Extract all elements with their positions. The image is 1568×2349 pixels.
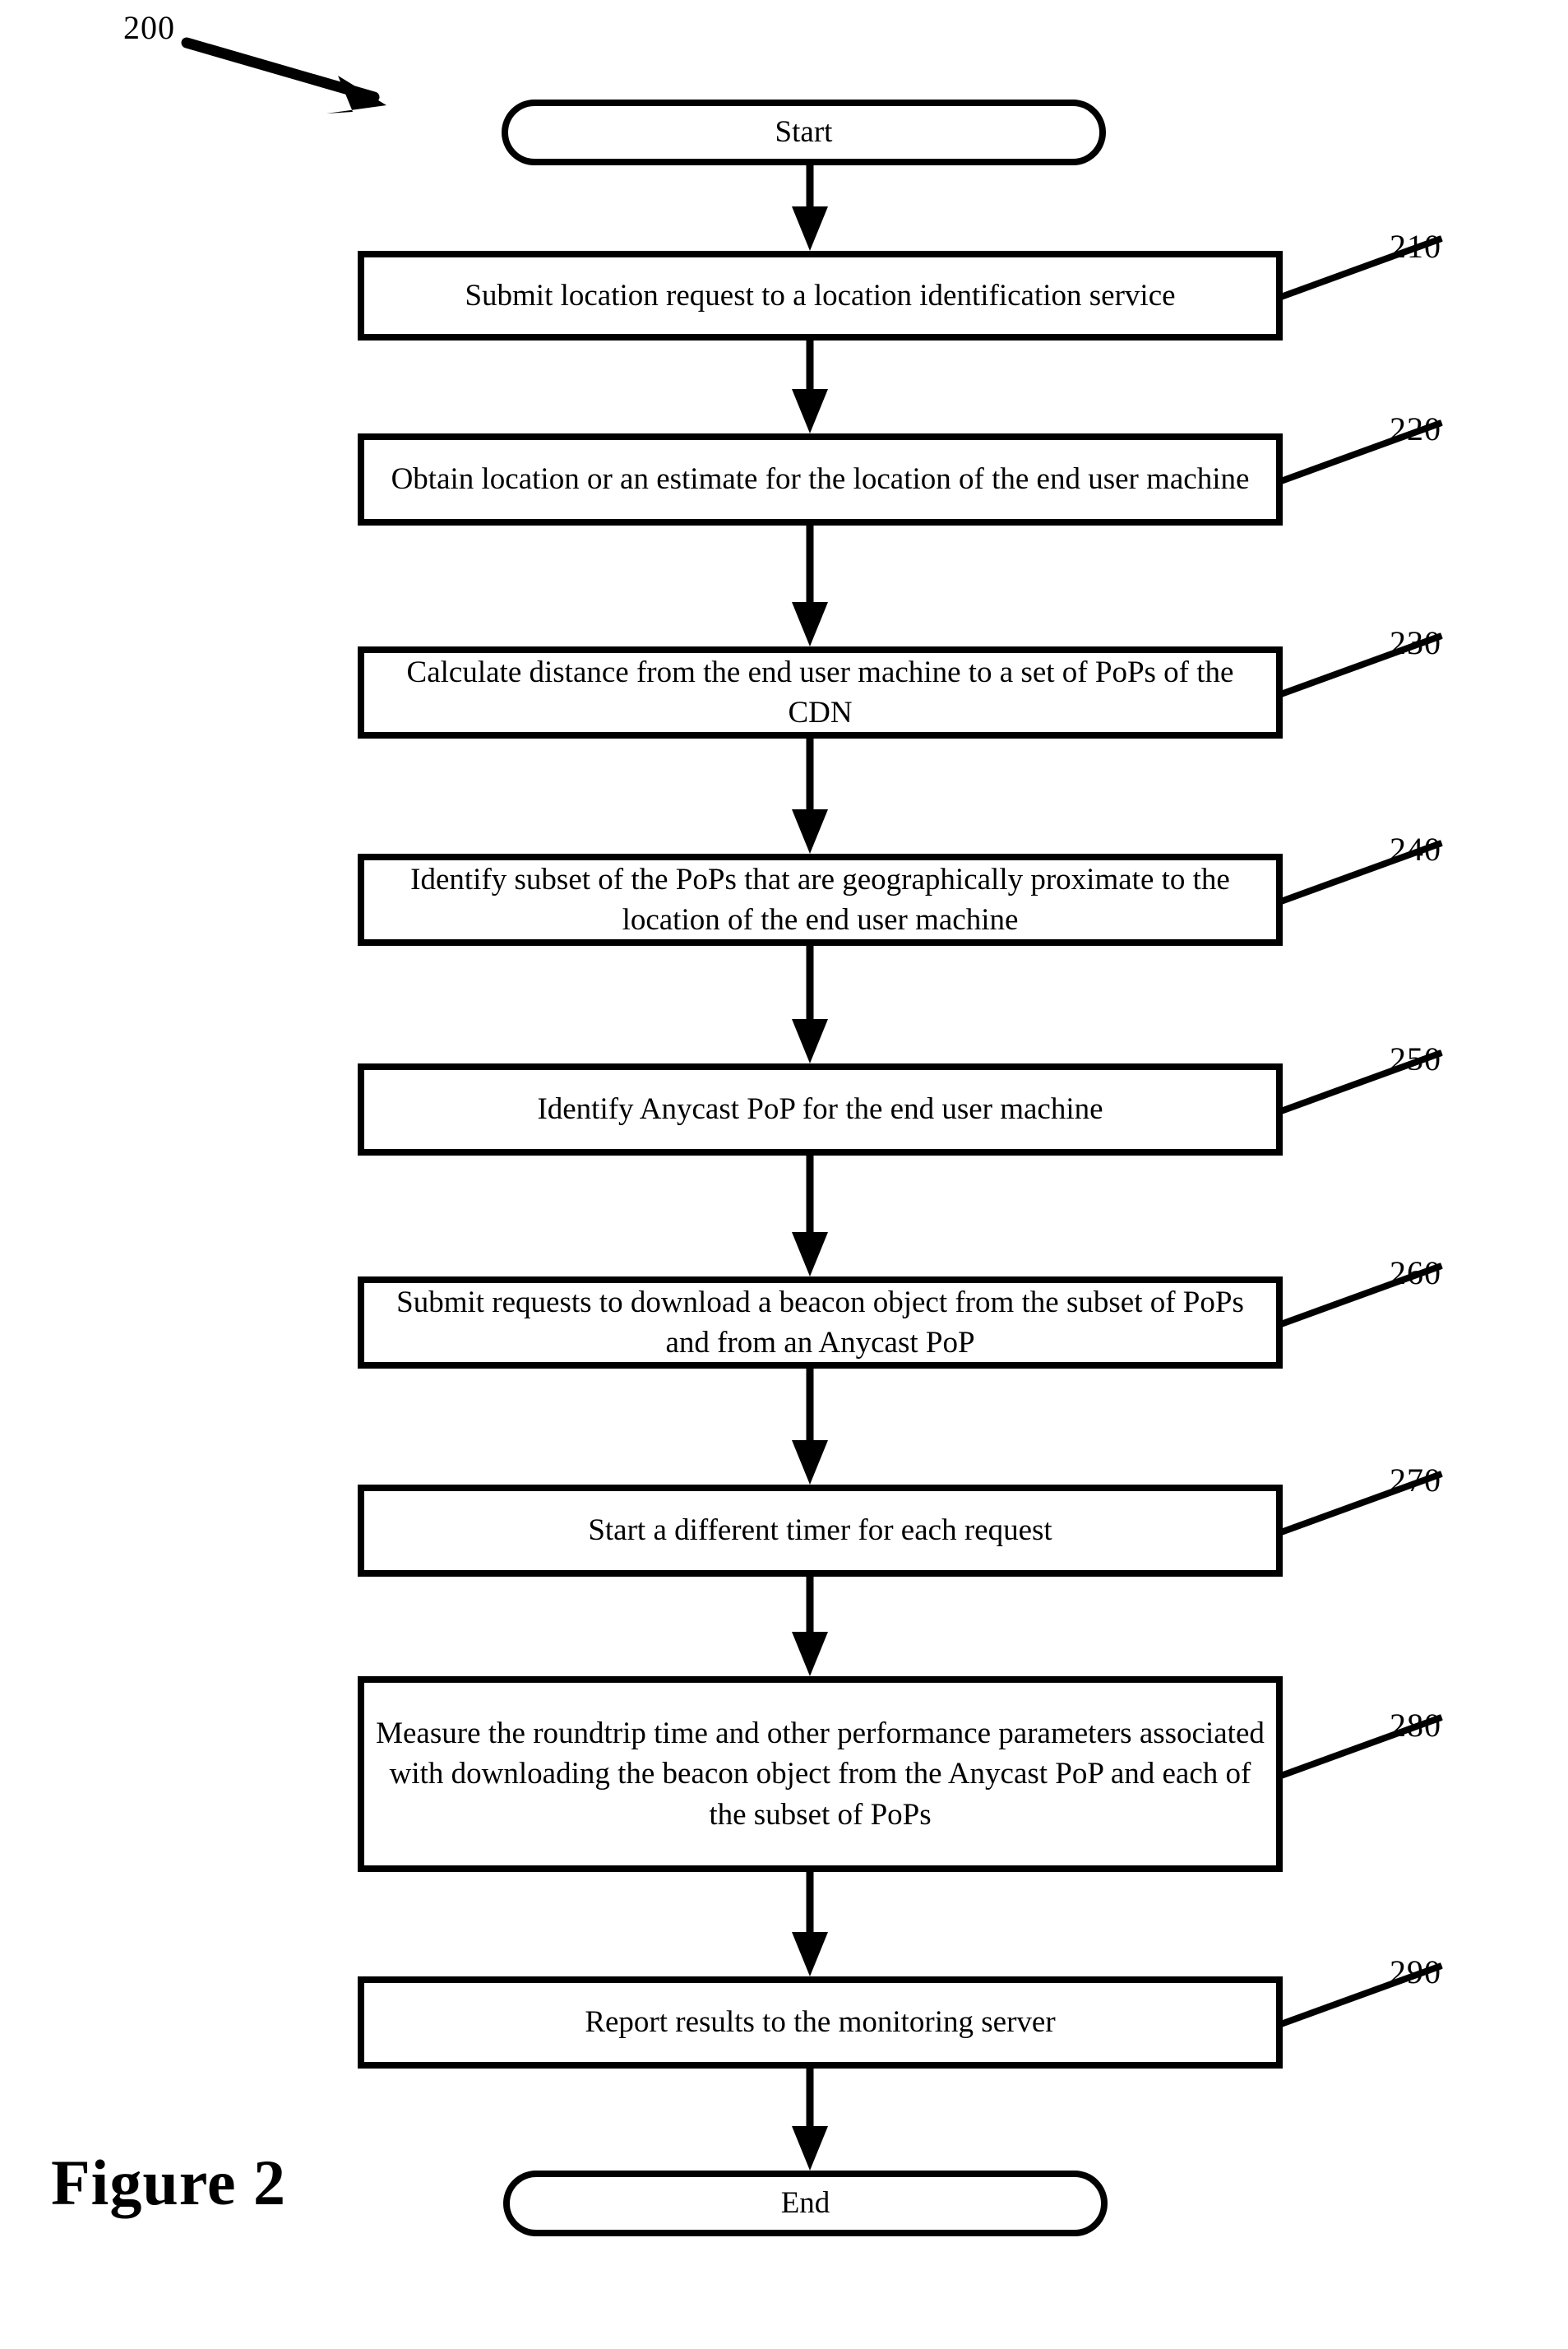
flow-step-270[interactable]: Start a different timer for each request — [358, 1485, 1283, 1577]
flow-step-280[interactable]: Measure the roundtrip time and other per… — [358, 1676, 1283, 1872]
flow-step-210[interactable]: Submit location request to a location id… — [358, 251, 1283, 341]
flow-step-260-label: Submit requests to download a beacon obj… — [396, 1285, 1244, 1360]
reference-numeral-220: 220 — [1390, 410, 1441, 447]
flow-terminator-start-label: Start — [775, 114, 833, 149]
flow-step-260[interactable]: Submit requests to download a beacon obj… — [358, 1276, 1283, 1369]
flow-step-220-label: Obtain location or an estimate for the l… — [391, 462, 1250, 497]
flow-step-250[interactable]: Identify Anycast PoP for the end user ma… — [358, 1063, 1283, 1156]
flow-step-270-label: Start a different timer for each request — [588, 1513, 1052, 1548]
reference-numeral-280: 280 — [1390, 1707, 1441, 1744]
reference-numeral-290: 290 — [1390, 1953, 1441, 1990]
flow-terminator-end-label: End — [780, 2185, 830, 2220]
patent-figure-page: 200 Start Submit location request to a l… — [0, 0, 1568, 2349]
flow-step-220[interactable]: Obtain location or an estimate for the l… — [358, 433, 1283, 526]
flow-step-240[interactable]: Identify subset of the PoPs that are geo… — [358, 854, 1283, 946]
flow-step-240-label: Identify subset of the PoPs that are geo… — [410, 862, 1230, 937]
flow-step-290-label: Report results to the monitoring server — [585, 2005, 1056, 2040]
flow-step-210-label: Submit location request to a location id… — [465, 278, 1176, 313]
flow-step-230-label: Calculate distance from the end user mac… — [406, 655, 1234, 730]
reference-numeral-210: 210 — [1390, 228, 1441, 265]
flow-step-290[interactable]: Report results to the monitoring server — [358, 1976, 1283, 2069]
reference-numeral-260: 260 — [1390, 1254, 1441, 1291]
flow-terminator-end[interactable]: End — [503, 2171, 1108, 2236]
flow-terminator-start[interactable]: Start — [502, 100, 1106, 165]
reference-numeral-250: 250 — [1390, 1040, 1441, 1077]
figure-caption: Figure 2 — [51, 2147, 287, 2218]
flow-step-230[interactable]: Calculate distance from the end user mac… — [358, 646, 1283, 739]
reference-numeral-270: 270 — [1390, 1462, 1441, 1499]
reference-numeral-240: 240 — [1390, 831, 1441, 868]
flow-step-250-label: Identify Anycast PoP for the end user ma… — [537, 1092, 1103, 1127]
diagram-number-callout-arrow — [181, 37, 386, 114]
flow-step-280-label: Measure the roundtrip time and other per… — [376, 1717, 1265, 1832]
reference-numeral-230: 230 — [1390, 624, 1441, 661]
diagram-number-200: 200 — [123, 9, 175, 46]
